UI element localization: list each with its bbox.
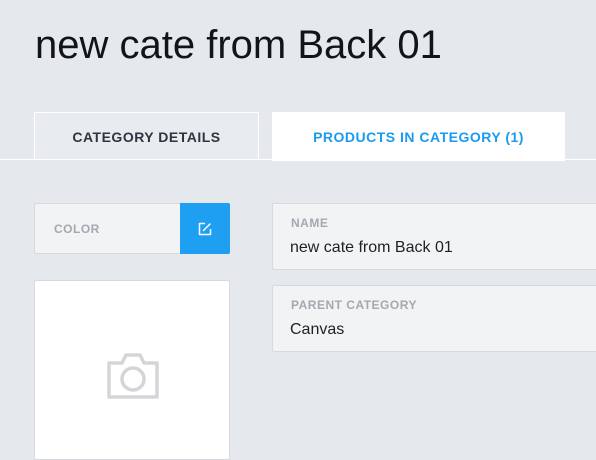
camera-icon xyxy=(107,353,159,399)
category-image-upload[interactable] xyxy=(34,280,230,460)
tab-products-in-category[interactable]: PRODUCTS IN CATEGORY (1) xyxy=(272,112,565,161)
page-title: new cate from Back 01 xyxy=(35,23,442,67)
parent-category-value[interactable]: Canvas xyxy=(290,321,344,339)
parent-category-label: PARENT CATEGORY xyxy=(291,298,417,312)
name-label: NAME xyxy=(291,216,329,230)
tab-divider xyxy=(0,159,596,160)
name-value[interactable]: new cate from Back 01 xyxy=(290,239,453,257)
edit-icon xyxy=(198,222,212,235)
color-edit-button[interactable] xyxy=(180,203,230,254)
name-field[interactable]: NAME new cate from Back 01 xyxy=(272,203,596,270)
color-field[interactable]: COLOR xyxy=(34,203,230,254)
tab-products-in-category-label: PRODUCTS IN CATEGORY (1) xyxy=(313,128,524,145)
color-label: COLOR xyxy=(54,222,100,236)
tab-category-details[interactable]: CATEGORY DETAILS xyxy=(34,112,259,160)
tab-category-details-label: CATEGORY DETAILS xyxy=(72,128,221,145)
parent-category-field[interactable]: PARENT CATEGORY Canvas xyxy=(272,285,596,352)
